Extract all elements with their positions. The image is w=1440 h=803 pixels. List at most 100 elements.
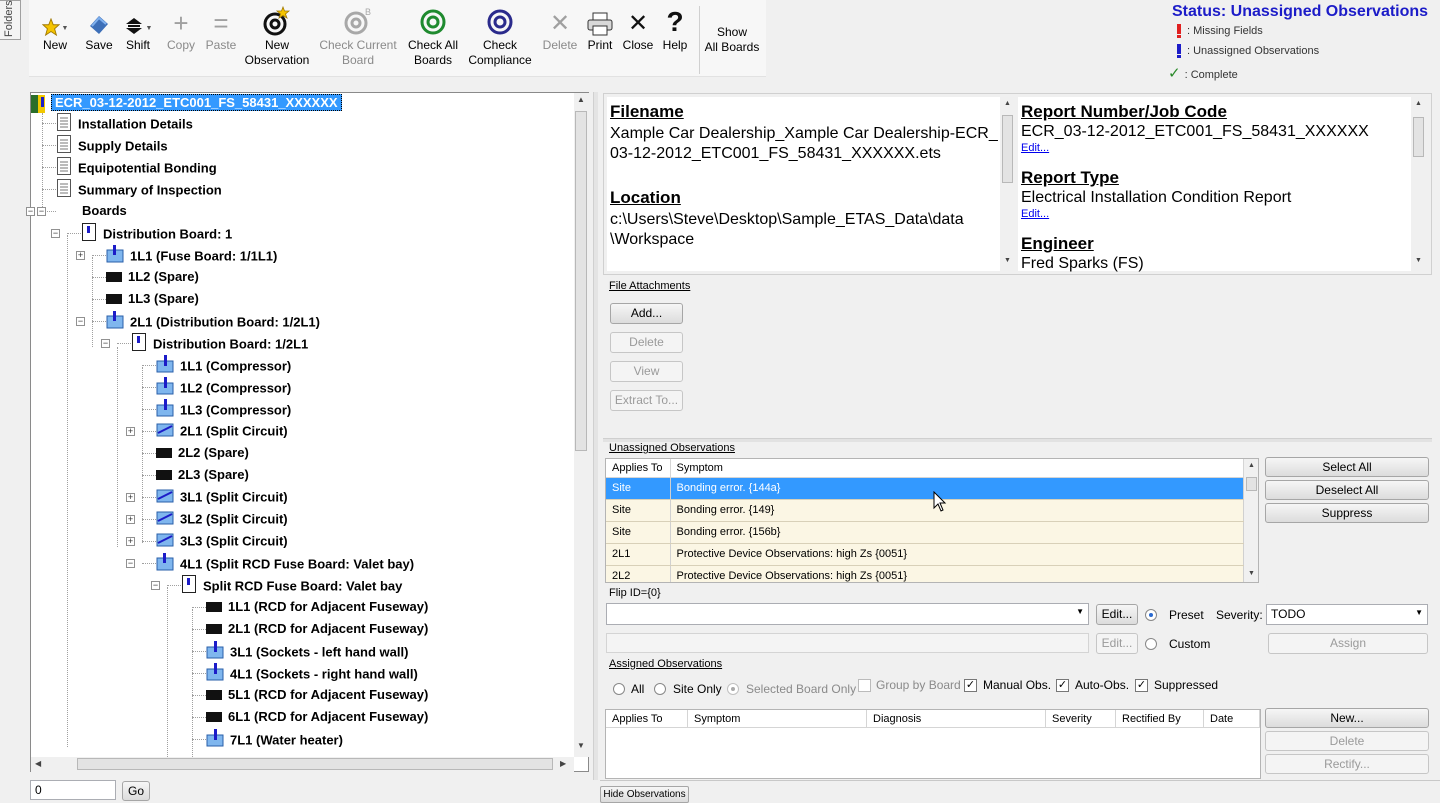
tree-item[interactable]: 1L2 (Compressor) (156, 377, 291, 397)
tree-item[interactable]: 2L1 (Distribution Board: 1/2L1) (106, 311, 320, 331)
custom-observation-input[interactable] (606, 633, 1089, 653)
check-current-board-button[interactable]: B Check Current Board (315, 0, 401, 77)
unassigned-grid-scroll-thumb[interactable] (1246, 477, 1257, 491)
expand-icon[interactable]: + (126, 427, 135, 436)
tree-item[interactable]: Summary of Inspection (56, 179, 222, 199)
assigned-col-header[interactable]: Diagnosis (867, 710, 1046, 727)
tree-root[interactable]: ECR_03-12-2012_ETC001_FS_58431_XXXXXX (31, 93, 342, 113)
help-button[interactable]: ? Help (657, 0, 693, 77)
collapse-icon[interactable]: − (37, 207, 46, 216)
file-info-scrollbar[interactable]: ▲ ▼ (1000, 97, 1015, 271)
tree-item[interactable]: Split RCD Fuse Board: Valet bay (181, 575, 402, 595)
copy-button[interactable]: + Copy (163, 0, 199, 77)
tree-item[interactable]: 4L1 (Sockets - right hand wall) (206, 663, 418, 683)
edit-custom-button[interactable]: Edit... (1096, 633, 1138, 654)
tree-item[interactable]: 3L1 (Split Circuit) (156, 487, 288, 507)
expand-icon[interactable]: + (126, 515, 135, 524)
table-row[interactable]: Site Bonding error. {149} (606, 499, 1244, 522)
tree-item[interactable]: Supply Details (56, 135, 168, 155)
delete-button[interactable]: ✕ Delete (540, 0, 580, 77)
col-symptom[interactable]: Symptom (670, 459, 1244, 478)
tree-item[interactable]: 1L1 (Compressor) (156, 355, 291, 375)
tree-item[interactable]: 1L3 (Compressor) (156, 399, 291, 419)
go-button[interactable]: Go (122, 781, 150, 801)
view-attachment-button[interactable]: View (610, 361, 683, 382)
board-tree[interactable]: ECR_03-12-2012_ETC001_FS_58431_XXXXXX In… (26, 92, 589, 772)
filter-site-radio[interactable] (654, 683, 666, 695)
tree-item[interactable]: 5L1 (RCD for Adjacent Fuseway) (206, 685, 428, 705)
tree-item[interactable]: 1L3 (Spare) (106, 289, 199, 309)
table-row[interactable]: Site Bonding error. {144a} (606, 477, 1244, 500)
new-observation-button[interactable]: New Observation (243, 0, 311, 77)
tree-item[interactable]: 3L3 (Split Circuit) (156, 531, 288, 551)
tree-item[interactable]: 3L2 (Split Circuit) (156, 509, 288, 529)
check-all-boards-button[interactable]: Check All Boards (402, 0, 464, 77)
assigned-observations-grid[interactable]: Applies To Symptom Diagnosis Severity Rectif… (605, 709, 1261, 779)
tree-hscroll-thumb[interactable] (77, 758, 553, 770)
collapse-icon[interactable]: − (26, 207, 35, 216)
folders-tab[interactable]: Folders (0, 0, 21, 40)
tree-item[interactable]: 3L1 (Sockets - left hand wall) (206, 641, 408, 661)
tree-item[interactable]: Boards (56, 201, 127, 221)
collapse-icon[interactable]: − (151, 581, 160, 590)
filter-all-radio[interactable] (613, 683, 625, 695)
add-attachment-button[interactable]: Add... (610, 303, 683, 324)
suppress-button[interactable]: Suppress (1265, 503, 1429, 523)
print-button[interactable]: Print (581, 0, 619, 77)
assigned-col-header[interactable]: Rectified By (1116, 710, 1204, 727)
manual-obs-checkbox[interactable]: ✓ (964, 679, 977, 692)
severity-select[interactable]: TODO ▼ (1266, 604, 1428, 625)
table-row[interactable]: 2L2 Protective Device Observations: high … (606, 565, 1244, 582)
assigned-col-header[interactable]: Symptom (688, 710, 867, 727)
new-assigned-button[interactable]: New... (1265, 708, 1429, 728)
expand-icon[interactable]: + (126, 537, 135, 546)
unassigned-observations-grid[interactable]: Applies To Symptom Site Bonding error. {1… (605, 458, 1259, 583)
new-button[interactable]: ▼ New (37, 0, 73, 77)
tree-item[interactable]: 1L1 (Fuse Board: 1/1L1) (106, 245, 277, 265)
observation-select[interactable]: ▼ (606, 603, 1089, 625)
tree-item[interactable]: 2L2 (Spare) (156, 443, 249, 463)
assigned-col-header[interactable]: Applies To (606, 710, 688, 727)
assign-button[interactable]: Assign (1268, 633, 1428, 654)
tree-item[interactable]: 2L1 (RCD for Adjacent Fuseway) (206, 619, 428, 639)
tree-item[interactable]: 1L1 (RCD for Adjacent Fuseway) (206, 597, 428, 617)
tree-item[interactable]: 6L1 (RCD for Adjacent Fuseway) (206, 707, 428, 727)
delete-attachment-button[interactable]: Delete (610, 332, 683, 353)
group-by-board-checkbox[interactable] (858, 679, 871, 692)
collapse-icon[interactable]: − (51, 229, 60, 238)
deselect-all-button[interactable]: Deselect All (1265, 480, 1429, 500)
close-button[interactable]: ✕ Close (619, 0, 657, 77)
tree-hscroll[interactable]: ◀ ▶ (31, 757, 574, 772)
expand-icon[interactable]: + (76, 251, 85, 260)
report-info-scrollbar[interactable]: ▲ ▼ (1411, 97, 1426, 271)
file-info-scroll-thumb[interactable] (1002, 115, 1013, 183)
collapse-icon[interactable]: − (101, 339, 110, 348)
tree-vscroll[interactable]: ▲ ▼ (574, 93, 589, 757)
tree-item[interactable]: Distribution Board: 1/2L1 (131, 333, 308, 353)
save-button[interactable]: Save (81, 0, 117, 77)
col-applies-to[interactable]: Applies To (606, 459, 671, 478)
tree-item[interactable]: 2L1 (Split Circuit) (156, 421, 288, 441)
goto-input[interactable]: 0 (30, 780, 116, 800)
select-all-button[interactable]: Select All (1265, 457, 1429, 477)
delete-assigned-button[interactable]: Delete (1265, 731, 1429, 751)
collapse-icon[interactable]: − (76, 317, 85, 326)
tree-item[interactable]: 1L2 (Spare) (106, 267, 199, 287)
rectify-button[interactable]: Rectify... (1265, 754, 1429, 774)
show-all-boards-button[interactable]: Show All Boards (701, 0, 763, 77)
tree-item[interactable]: 4L1 (Split RCD Fuse Board: Valet bay) (156, 553, 414, 573)
edit-observation-button[interactable]: Edit... (1096, 604, 1138, 625)
tree-item[interactable]: 2L3 (Spare) (156, 465, 249, 485)
assigned-col-header[interactable]: Severity (1046, 710, 1116, 727)
suppressed-checkbox[interactable]: ✓ (1135, 679, 1148, 692)
check-compliance-button[interactable]: Check Compliance (465, 0, 535, 77)
tree-item[interactable]: Equipotential Bonding (56, 157, 217, 177)
preset-radio[interactable] (1145, 609, 1157, 621)
custom-radio[interactable] (1145, 638, 1157, 650)
edit-report-number-link[interactable]: Edit... (1021, 142, 1049, 154)
report-info-scroll-thumb[interactable] (1413, 117, 1424, 157)
table-row[interactable]: Site Bonding error. {156b} (606, 521, 1244, 544)
table-row[interactable]: 2L1 Protective Device Observations: high … (606, 543, 1244, 566)
extract-attachment-button[interactable]: Extract To... (610, 390, 683, 411)
assigned-col-header[interactable]: Date (1204, 710, 1260, 727)
